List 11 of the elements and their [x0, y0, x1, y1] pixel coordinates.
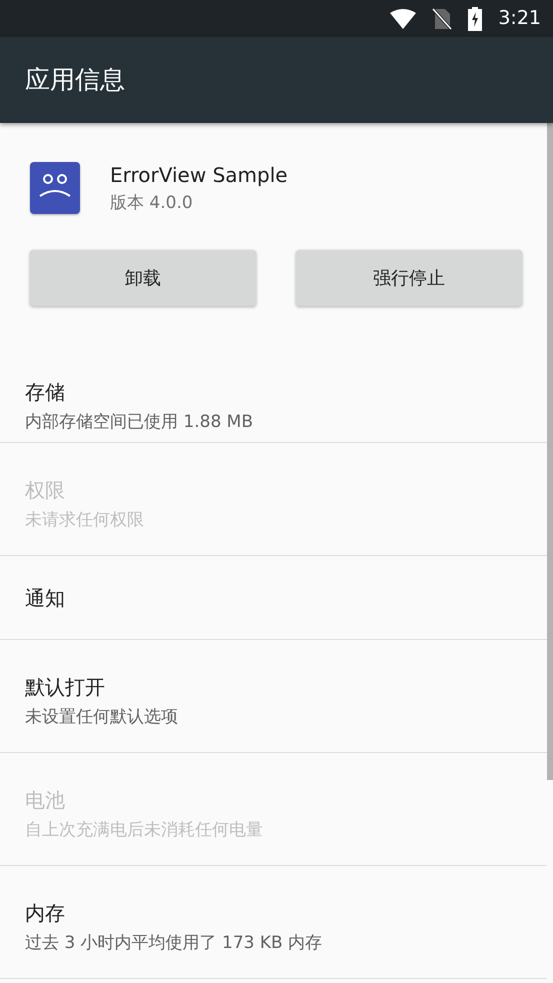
action-button[interactable]: 卸载: [30, 250, 256, 306]
no-sim-icon: [432, 8, 452, 30]
battery-charging-icon: [468, 6, 482, 30]
app-version: 版本 4.0.0: [110, 192, 194, 215]
action-button[interactable]: 强行停止: [296, 250, 522, 306]
status-time: 3:21: [498, 6, 541, 32]
app-name: ErrorView Sample: [110, 162, 288, 189]
app-icon: [30, 162, 80, 214]
wifi-icon: [390, 8, 416, 28]
settings-item[interactable]: 内存 过去 3 小时内平均使用了 173 KB 内存: [0, 866, 547, 979]
toolbar-title: 应用信息: [25, 64, 125, 96]
